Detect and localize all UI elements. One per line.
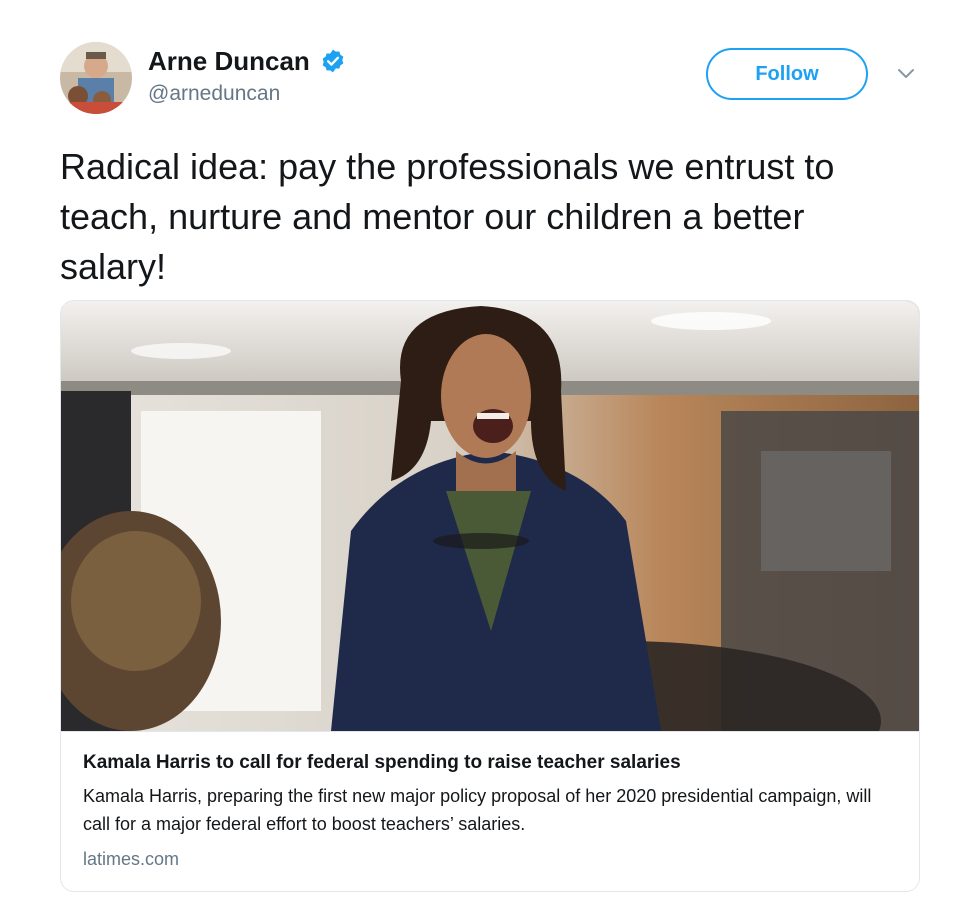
card-title: Kamala Harris to call for federal spendi… (83, 752, 681, 773)
avatar-image (60, 42, 132, 114)
author-info: Arne Duncan @arneduncan (148, 46, 346, 106)
avatar[interactable] (60, 42, 132, 114)
tweet-text: Radical idea: pay the professionals we e… (60, 146, 835, 287)
card-description: Kamala Harris, preparing the first new m… (83, 786, 872, 834)
card-body[interactable]: Kamala Harris to call for federal spendi… (61, 731, 919, 891)
card-image[interactable] (61, 301, 919, 731)
verified-badge-icon (320, 48, 346, 74)
follow-button[interactable]: Follow (706, 48, 868, 100)
card-domain: latimes.com (83, 849, 180, 869)
author-handle[interactable]: @arneduncan (148, 82, 346, 106)
tweet-header: Arne Duncan @arneduncan Follow (60, 42, 930, 122)
display-name[interactable]: Arne Duncan (148, 46, 310, 76)
link-card[interactable]: Kamala Harris to call for federal spendi… (60, 300, 920, 892)
tweet: Arne Duncan @arneduncan Follow Radical i… (0, 0, 980, 916)
chevron-down-icon[interactable] (896, 66, 916, 82)
